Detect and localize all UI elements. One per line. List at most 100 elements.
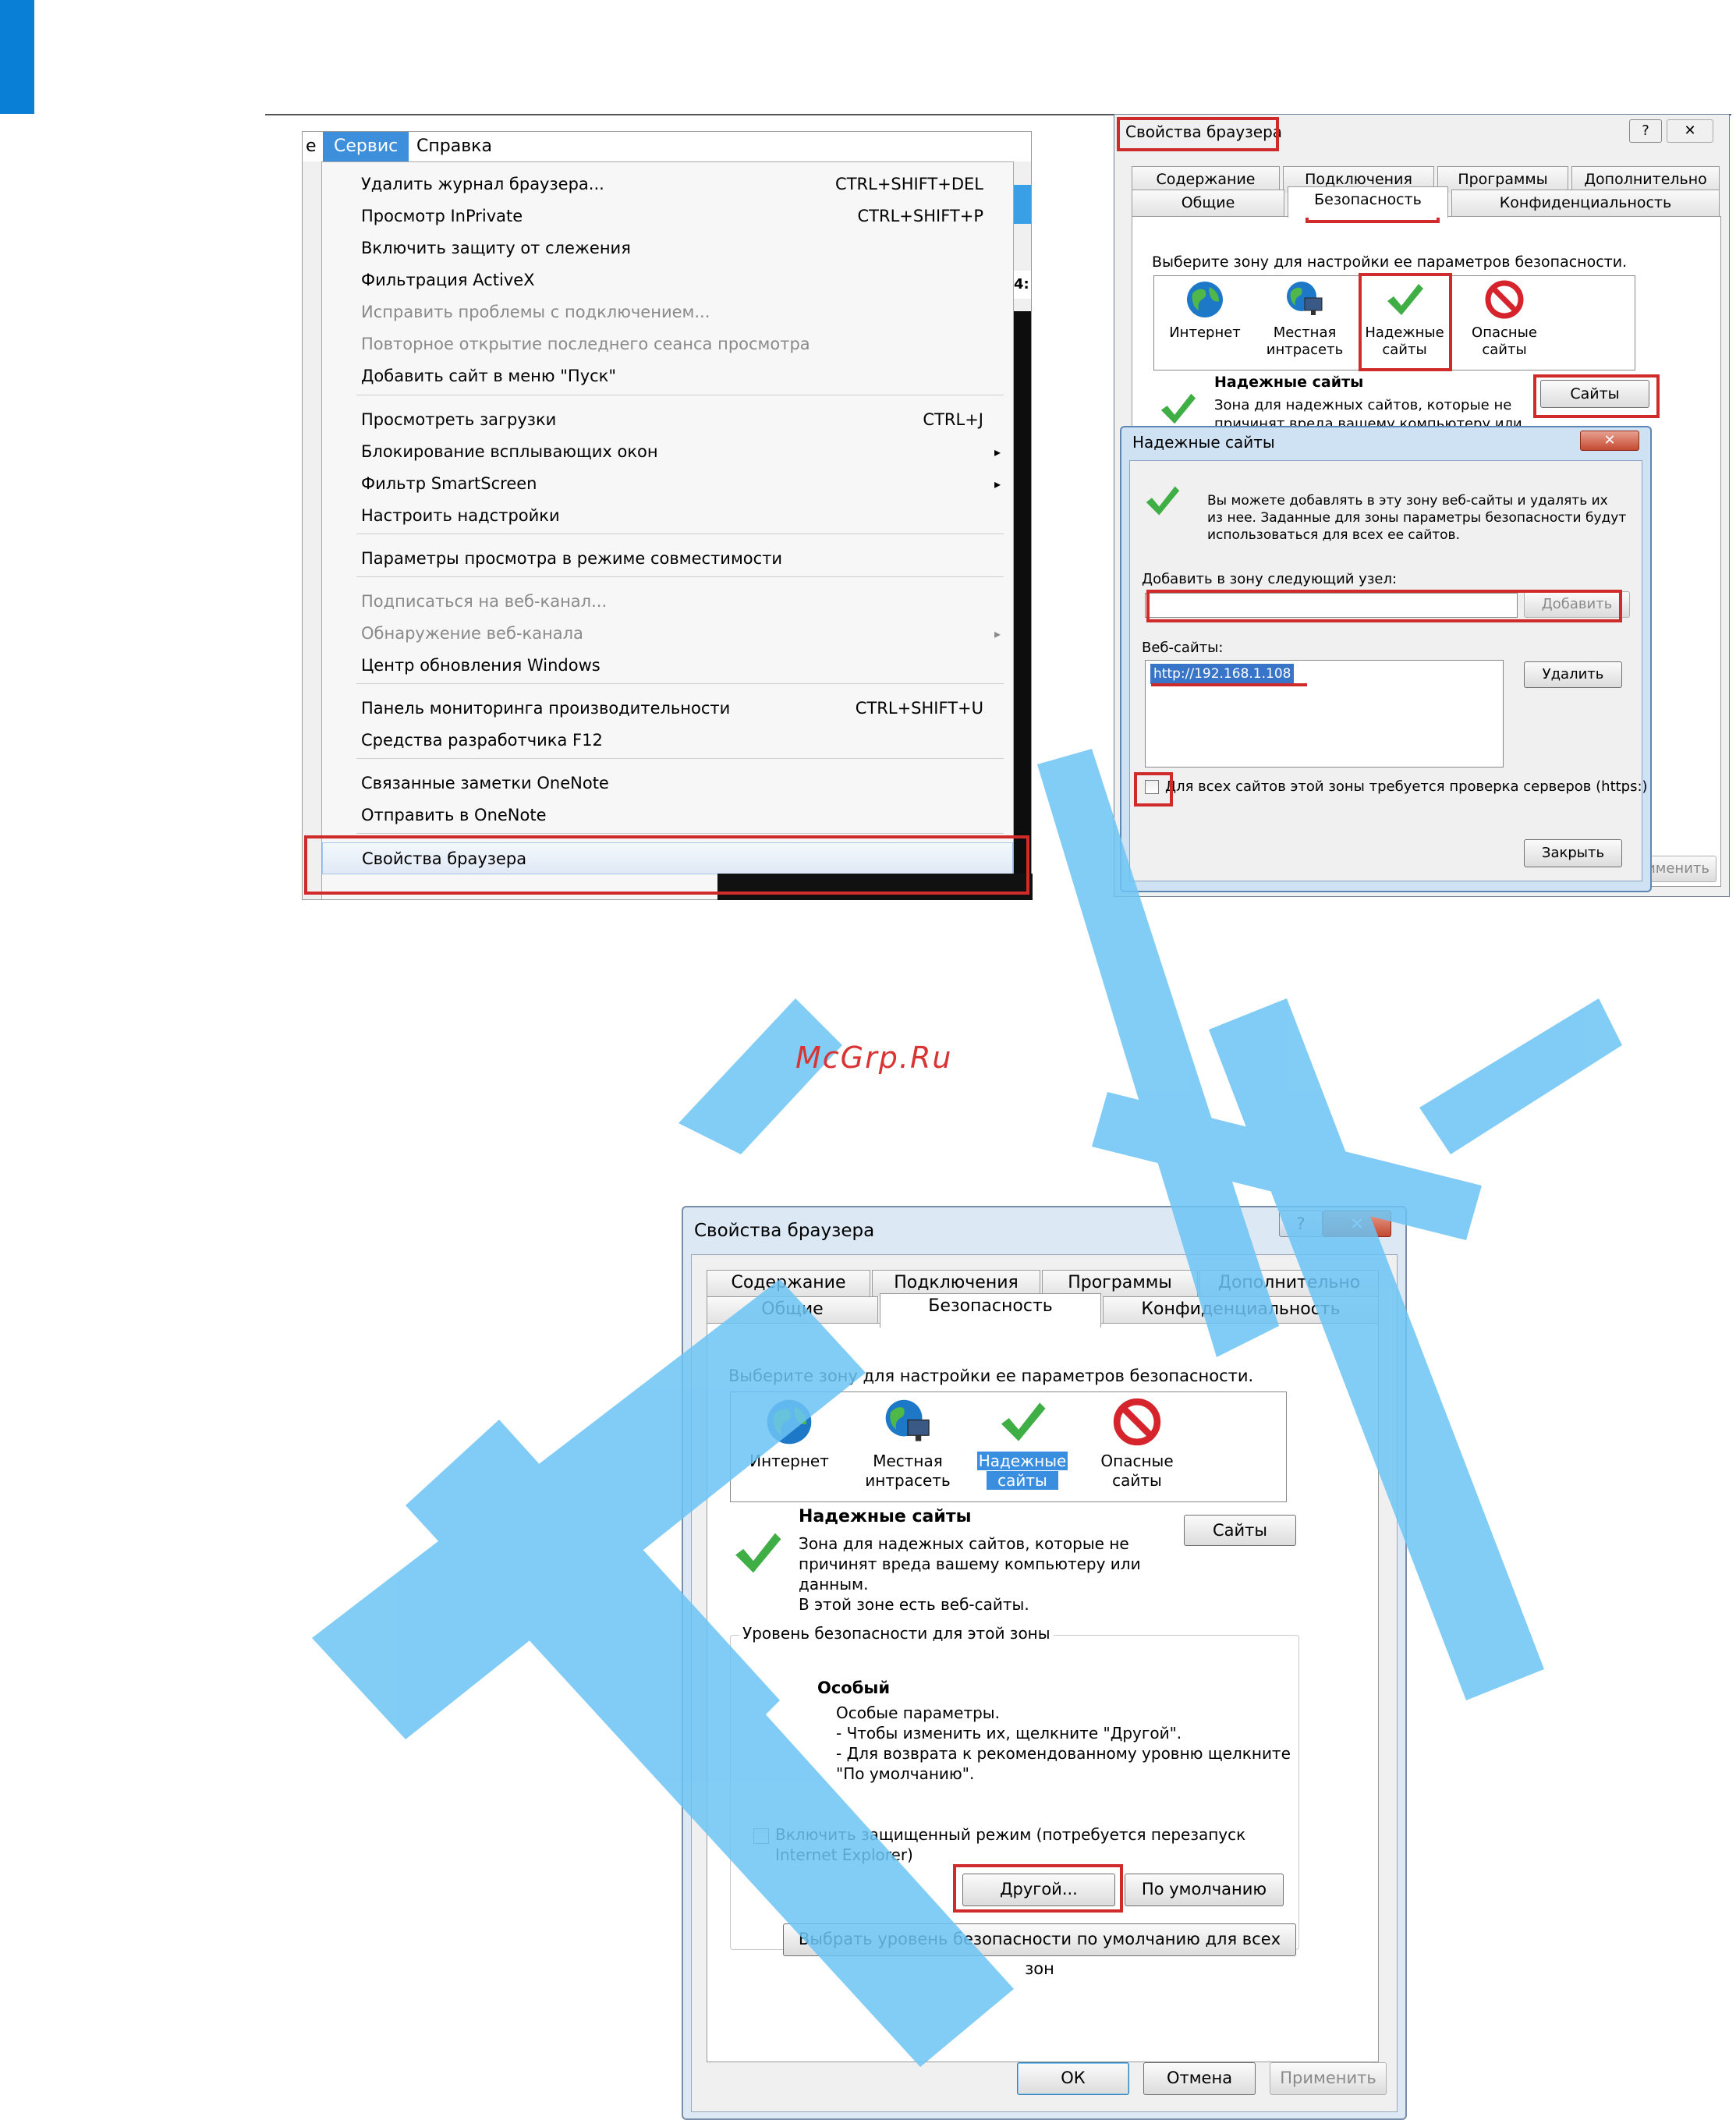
menu-item[interactable]: Добавить сайт в меню "Пуск"	[322, 360, 1013, 392]
tab-connections[interactable]: Подключения	[872, 1270, 1040, 1296]
zone-restricted[interactable]: Опасные сайты	[1086, 1397, 1188, 1491]
menu-separator	[356, 758, 1004, 759]
zone-internet[interactable]: Интернет	[1162, 279, 1248, 342]
tab-advanced[interactable]: Дополнительно	[1199, 1270, 1379, 1296]
zone-trusted-label-1: Надежные	[976, 1452, 1068, 1470]
background-dark-area	[1014, 311, 1031, 899]
menu-item-label: Удалить журнал браузера...	[361, 175, 604, 193]
menu-item-label: Центр обновления Windows	[361, 656, 601, 675]
tab-programs[interactable]: Программы	[1042, 1270, 1198, 1296]
prohibited-icon	[1485, 280, 1524, 319]
reset-all-zones-button[interactable]: Выбрать уровень безопасности по умолчани…	[783, 1923, 1296, 1978]
menu-item[interactable]: Фильтр SmartScreen ▸	[322, 468, 1013, 500]
menu-item[interactable]: Включить защиту от слежения	[322, 232, 1013, 264]
menu-item[interactable]: Блокирование всплывающих окон ▸	[322, 436, 1013, 468]
remove-button[interactable]: Удалить	[1524, 661, 1622, 688]
menu-item[interactable]: Параметры просмотра в режиме совместимос…	[322, 543, 1013, 575]
zone-description-4: В этой зоне есть веб-сайты.	[799, 1595, 1029, 1614]
zone-list: Интернет Местная интрасеть Надежные сайт…	[730, 1391, 1287, 1502]
menu-item[interactable]: Обнаружение веб-канала ▸	[322, 618, 1013, 650]
tab-general[interactable]: Общие	[707, 1296, 878, 1323]
menu-item[interactable]: Панель мониторинга производительности CTR…	[322, 693, 1013, 725]
menu-item-label: Добавить сайт в меню "Пуск"	[361, 367, 617, 385]
zone-intranet[interactable]: Местная интрасеть	[1262, 279, 1348, 359]
menu-item[interactable]: Средства разработчика F12	[322, 725, 1013, 757]
menu-item[interactable]: Фильтрация ActiveX	[322, 264, 1013, 296]
website-entry[interactable]: http://192.168.1.108	[1150, 664, 1295, 684]
close-button[interactable]: ✕	[1323, 1211, 1391, 1237]
trusted-sites-dialog: Надежные сайты ✕ Вы можете добавлять в э…	[1120, 426, 1652, 892]
tab-privacy[interactable]: Конфиденциальность	[1103, 1296, 1379, 1323]
tab-programs[interactable]: Программы	[1437, 166, 1568, 193]
zone-internet-label: Интернет	[1169, 324, 1241, 341]
close-dialog-button[interactable]: Закрыть	[1524, 839, 1622, 867]
ok-button[interactable]: ОК	[1017, 2062, 1129, 2095]
menu-item[interactable]: Подписаться на веб-канал...	[322, 586, 1013, 618]
protected-mode-label-2: Internet Explorer)	[775, 1845, 913, 1864]
menu-item[interactable]: Повторное открытие последнего сеанса про…	[322, 328, 1013, 360]
highlight-browser-properties	[304, 835, 1029, 895]
trusted-info-1: Вы можете добавлять в эту зону веб-сайты…	[1207, 493, 1608, 509]
help-button[interactable]: ?	[1279, 1211, 1323, 1237]
menu-separator	[356, 833, 1004, 834]
protected-mode-label-1: Включить защищенный режим (потребуется п…	[775, 1825, 1246, 1844]
zone-prompt: Выберите зону для настройки ее параметро…	[1152, 253, 1628, 271]
menu-item-shortcut: CTRL+SHIFT+P	[857, 207, 984, 225]
menu-item[interactable]: Удалить журнал браузера... CTRL+SHIFT+DEL	[322, 168, 1013, 200]
menu-item-shortcut: CTRL+SHIFT+DEL	[835, 175, 983, 193]
menu-item-shortcut: CTRL+SHIFT+U	[855, 699, 983, 718]
menu-item-label: Настроить надстройки	[361, 506, 560, 525]
prohibited-icon	[1113, 1398, 1161, 1446]
apply-button[interactable]: Применить	[1270, 2062, 1387, 2095]
zone-intranet-label-1: Местная	[1273, 324, 1337, 341]
trusted-info-2: из нее. Заданные для зоны параметры безо…	[1207, 510, 1627, 526]
add-site-label: Добавить в зону следующий узел:	[1142, 571, 1398, 587]
tab-security[interactable]: Безопасность	[880, 1293, 1101, 1328]
websites-list[interactable]: http://192.168.1.108	[1145, 660, 1504, 768]
level-desc-3: - Для возврата к рекомендованному уровню…	[836, 1744, 1291, 1763]
cancel-button[interactable]: Отмена	[1143, 2062, 1256, 2095]
menu-item[interactable]: Просмотр InPrivate CTRL+SHIFT+P	[322, 200, 1013, 232]
submenu-arrow-icon: ▸	[994, 477, 1001, 491]
level-desc-1: Особые параметры.	[836, 1703, 1000, 1722]
https-checkbox-label: Для всех сайтов этой зоны требуется пров…	[1165, 778, 1648, 795]
menu-item[interactable]: Просмотреть загрузки CTRL+J	[322, 404, 1013, 436]
close-button[interactable]: ✕	[1667, 119, 1713, 143]
zone-trusted[interactable]: Надежные сайты	[976, 1397, 1069, 1491]
websites-label: Веб-сайты:	[1142, 640, 1224, 656]
menu-item[interactable]: Отправить в OneNote	[322, 799, 1013, 831]
menu-item-label: Обнаружение веб-канала	[361, 624, 583, 643]
corner-accent-bar	[0, 0, 34, 114]
zone-prompt: Выберите зону для настройки ее параметро…	[728, 1367, 1254, 1385]
level-desc-2: - Чтобы изменить их, щелкните "Другой".	[836, 1724, 1182, 1742]
globe-icon	[1187, 282, 1223, 317]
tab-privacy[interactable]: Конфиденциальность	[1451, 190, 1720, 216]
tab-security[interactable]: Безопасность	[1288, 186, 1448, 218]
menu-service[interactable]: Сервис	[323, 132, 409, 161]
protected-mode-checkbox[interactable]	[753, 1828, 769, 1844]
menu-item[interactable]: Настроить надстройки	[322, 500, 1013, 532]
checkmark-icon	[1001, 1402, 1046, 1441]
help-button[interactable]: ?	[1629, 119, 1662, 143]
zone-internet[interactable]: Интернет	[739, 1397, 840, 1471]
trusted-check-icon	[1146, 486, 1180, 516]
zone-intranet-label-2: интрасеть	[1266, 342, 1344, 358]
menu-help[interactable]: Справка	[406, 132, 503, 161]
globe-icon	[767, 1399, 812, 1445]
menu-separator	[356, 576, 1004, 577]
menu-item[interactable]: Связанные заметки OneNote	[322, 768, 1013, 799]
trusted-sites-close-button[interactable]: ✕	[1580, 431, 1639, 451]
sites-button[interactable]: Сайты	[1184, 1515, 1296, 1546]
trusted-info-3: использоваться для всех ее сайтов.	[1207, 527, 1460, 543]
menu-item[interactable]: Центр обновления Windows	[322, 650, 1013, 682]
tab-advanced[interactable]: Дополнительно	[1571, 166, 1720, 193]
default-level-button[interactable]: По умолчанию	[1125, 1874, 1284, 1906]
security-level-legend: Уровень безопасности для этой зоны	[739, 1624, 1054, 1643]
tab-general[interactable]: Общие	[1132, 190, 1284, 216]
zone-restricted[interactable]: Опасные сайты	[1461, 279, 1547, 359]
menu-item-label: Просмотреть загрузки	[361, 410, 557, 429]
tab-content[interactable]: Содержание	[707, 1270, 870, 1296]
tab-content[interactable]: Содержание	[1132, 166, 1280, 193]
menu-item[interactable]: Исправить проблемы с подключением...	[322, 296, 1013, 328]
zone-intranet[interactable]: Местная интрасеть	[857, 1397, 958, 1491]
